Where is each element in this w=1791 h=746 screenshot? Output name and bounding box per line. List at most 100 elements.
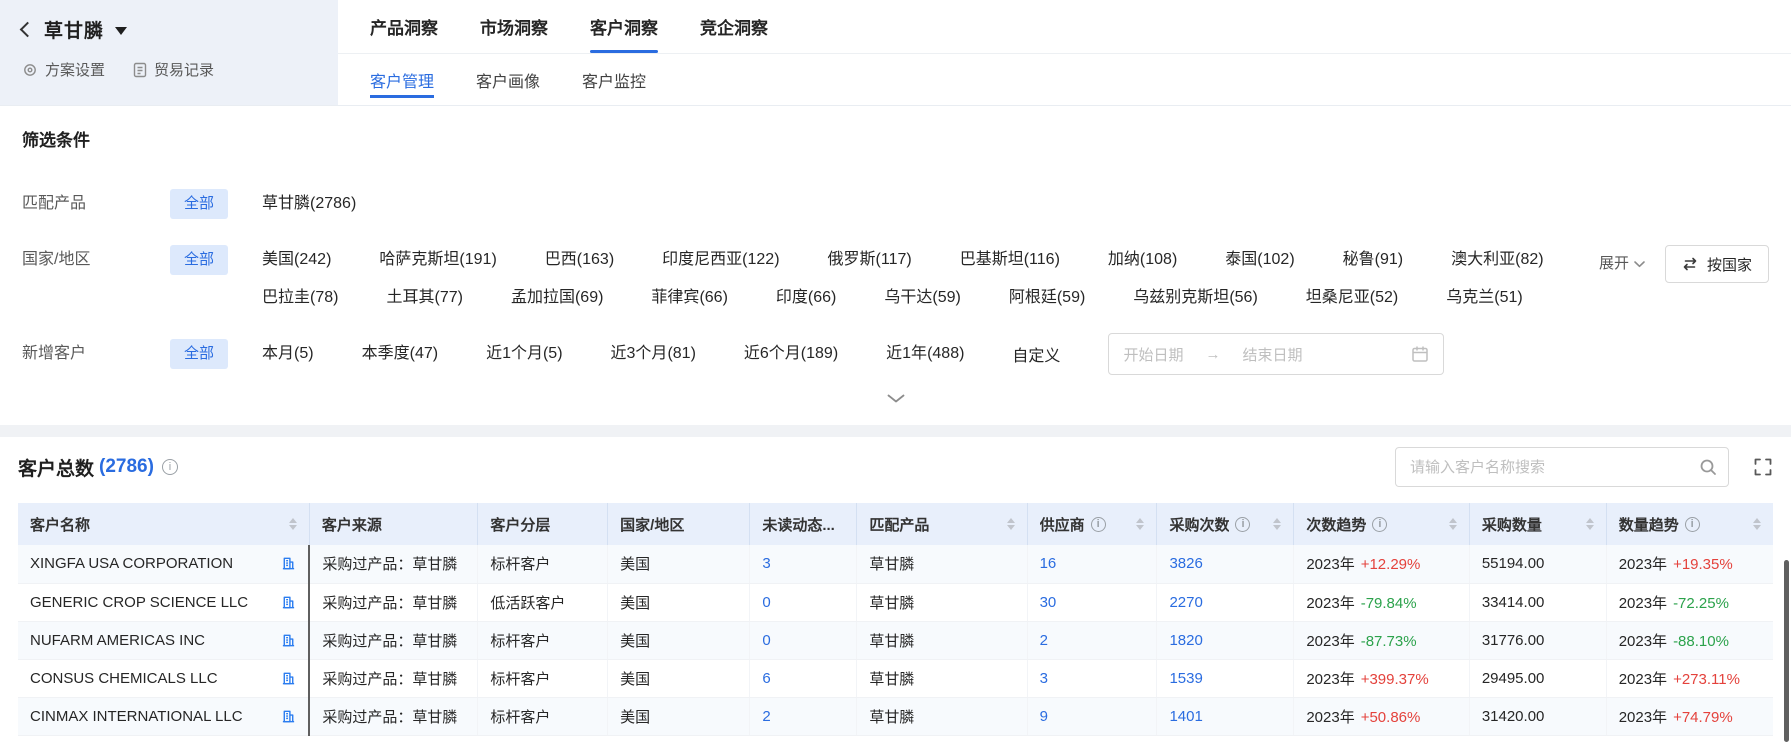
- country-filter-option[interactable]: 泰国(102): [1225, 245, 1294, 275]
- sub-tab[interactable]: 客户监控: [582, 54, 646, 105]
- country-filter-option[interactable]: 巴基斯坦(116): [960, 245, 1060, 275]
- search-icon[interactable]: [1699, 458, 1717, 476]
- column-header[interactable]: 次数趋势 i: [1294, 503, 1469, 545]
- country-filter-option[interactable]: 坦桑尼亚(52): [1306, 283, 1398, 313]
- purchase-count-link[interactable]: 2270: [1169, 594, 1202, 611]
- by-country-button[interactable]: 按国家: [1665, 245, 1769, 283]
- page-scrollbar[interactable]: [1784, 560, 1789, 742]
- country-filter-option[interactable]: 土耳其(77): [386, 283, 462, 313]
- column-header[interactable]: 采购次数 i: [1157, 503, 1294, 545]
- plan-settings-link[interactable]: 方案设置: [22, 59, 105, 80]
- fullscreen-button[interactable]: [1753, 457, 1773, 477]
- quantity-trend-year: 2023年: [1619, 595, 1667, 612]
- column-header[interactable]: 供应商 i: [1027, 503, 1157, 545]
- custom-date-option[interactable]: 自定义: [1012, 342, 1060, 366]
- sort-icon[interactable]: [289, 518, 297, 530]
- country-filter-option[interactable]: 加纳(108): [1108, 245, 1177, 275]
- country-filter-option[interactable]: 巴西(163): [545, 245, 614, 275]
- customer-row: CINMAX INTERNATIONAL LLC 采购过产品：草甘膦 标杆客户 …: [18, 697, 1773, 735]
- filter-label-new-customer: 新增客户: [22, 339, 170, 369]
- column-header[interactable]: 国家/地区 i: [608, 503, 750, 545]
- column-header[interactable]: 数量趋势 i: [1606, 503, 1773, 545]
- column-header[interactable]: 客户分层 i: [478, 503, 608, 545]
- unread-activity-link[interactable]: 0: [762, 632, 770, 649]
- filter-row-product: 匹配产品 全部 草甘膦(2786): [22, 189, 1769, 219]
- country-filter-option[interactable]: 阿根廷(59): [1009, 283, 1085, 313]
- company-profile-icon[interactable]: [281, 595, 296, 610]
- purchase-count-link[interactable]: 3826: [1169, 555, 1202, 572]
- country-filter-option[interactable]: 哈萨克斯坦(191): [379, 245, 496, 275]
- sub-tab[interactable]: 客户画像: [476, 54, 540, 105]
- country-filter-option[interactable]: 乌兹别克斯坦(56): [1133, 283, 1257, 313]
- customer-country: 美国: [620, 709, 650, 726]
- country-filter-option[interactable]: 美国(242): [262, 245, 331, 275]
- quantity-trend-percent: +273.11%: [1673, 671, 1740, 688]
- matched-product: 草甘膦: [869, 671, 914, 688]
- new-customer-all-chip[interactable]: 全部: [170, 339, 228, 369]
- company-profile-icon[interactable]: [281, 556, 296, 571]
- country-filter-option[interactable]: 俄罗斯(117): [828, 245, 912, 275]
- suppliers-link[interactable]: 2: [1040, 632, 1048, 649]
- sort-icon[interactable]: [1449, 518, 1457, 530]
- column-header[interactable]: 客户来源 i: [309, 503, 477, 545]
- country-filter-option[interactable]: 澳大利亚(82): [1451, 245, 1543, 275]
- new-customer-filter-option[interactable]: 本季度(47): [362, 339, 438, 369]
- main-tab-label: 竞企洞察: [700, 14, 768, 39]
- back-icon[interactable]: [20, 22, 36, 38]
- product-filter-option[interactable]: 草甘膦(2786): [262, 189, 356, 219]
- sort-icon[interactable]: [1273, 518, 1281, 530]
- country-filter-option[interactable]: 乌干达(59): [884, 283, 960, 313]
- sub-tabs: 客户管理 客户画像 客户监控: [338, 54, 1791, 105]
- purchase-count-link[interactable]: 1539: [1169, 670, 1202, 687]
- country-filter-option[interactable]: 巴拉圭(78): [262, 283, 338, 313]
- search-input[interactable]: [1395, 447, 1729, 487]
- sort-icon[interactable]: [1007, 518, 1015, 530]
- new-customer-filter-option[interactable]: 近1个月(5): [486, 339, 562, 369]
- suppliers-link[interactable]: 16: [1040, 555, 1057, 572]
- by-country-label: 按国家: [1707, 254, 1752, 275]
- product-caret-down-icon[interactable]: [115, 27, 127, 35]
- new-customer-filter-option[interactable]: 近1年(488): [886, 339, 964, 369]
- company-profile-icon[interactable]: [281, 633, 296, 648]
- sort-icon[interactable]: [1586, 518, 1594, 530]
- country-filter-option[interactable]: 菲律宾(66): [651, 283, 727, 313]
- suppliers-link[interactable]: 30: [1040, 594, 1057, 611]
- sub-tab[interactable]: 客户管理: [370, 54, 434, 105]
- new-customer-filter-option[interactable]: 近6个月(189): [744, 339, 838, 369]
- main-tab[interactable]: 市场洞察: [480, 0, 548, 53]
- company-profile-icon[interactable]: [281, 709, 296, 724]
- country-filter-option[interactable]: 秘鲁(91): [1343, 245, 1403, 275]
- column-header[interactable]: 未读动态... i: [750, 503, 857, 545]
- customer-name: CINMAX INTERNATIONAL LLC: [30, 708, 243, 725]
- new-customer-filter-option[interactable]: 本月(5): [262, 339, 314, 369]
- expand-link[interactable]: 展开: [1599, 249, 1645, 279]
- country-all-chip[interactable]: 全部: [170, 245, 228, 275]
- suppliers-link[interactable]: 3: [1040, 670, 1048, 687]
- unread-activity-link[interactable]: 2: [762, 708, 770, 725]
- unread-activity-link[interactable]: 3: [762, 555, 770, 572]
- column-header[interactable]: 采购数量 i: [1469, 503, 1606, 545]
- main-tab[interactable]: 产品洞察: [370, 0, 438, 53]
- new-customer-filter-option[interactable]: 近3个月(81): [611, 339, 696, 369]
- country-filter-option[interactable]: 乌克兰(51): [1446, 283, 1522, 313]
- sort-icon[interactable]: [1753, 518, 1761, 530]
- purchase-count-link[interactable]: 1401: [1169, 708, 1202, 725]
- product-all-chip[interactable]: 全部: [170, 189, 228, 219]
- country-filter-option[interactable]: 印度(66): [776, 283, 836, 313]
- country-filter-option[interactable]: 孟加拉国(69): [511, 283, 603, 313]
- suppliers-link[interactable]: 9: [1040, 708, 1048, 725]
- column-header[interactable]: 客户名称 i: [18, 503, 309, 545]
- trade-records-link[interactable]: 贸易记录: [133, 59, 214, 80]
- unread-activity-link[interactable]: 0: [762, 594, 770, 611]
- collapse-filters-button[interactable]: [22, 381, 1769, 415]
- main-tab[interactable]: 客户洞察: [590, 0, 658, 53]
- unread-activity-link[interactable]: 6: [762, 670, 770, 687]
- country-filter-option[interactable]: 印度尼西亚(122): [662, 245, 779, 275]
- main-tab[interactable]: 竞企洞察: [700, 0, 768, 53]
- column-header[interactable]: 匹配产品 i: [857, 503, 1027, 545]
- purchase-count-link[interactable]: 1820: [1169, 632, 1202, 649]
- arrow-right-icon: →: [1205, 346, 1220, 363]
- company-profile-icon[interactable]: [281, 671, 296, 686]
- date-range-picker[interactable]: 开始日期 → 结束日期: [1108, 333, 1444, 375]
- sort-icon[interactable]: [1136, 518, 1144, 530]
